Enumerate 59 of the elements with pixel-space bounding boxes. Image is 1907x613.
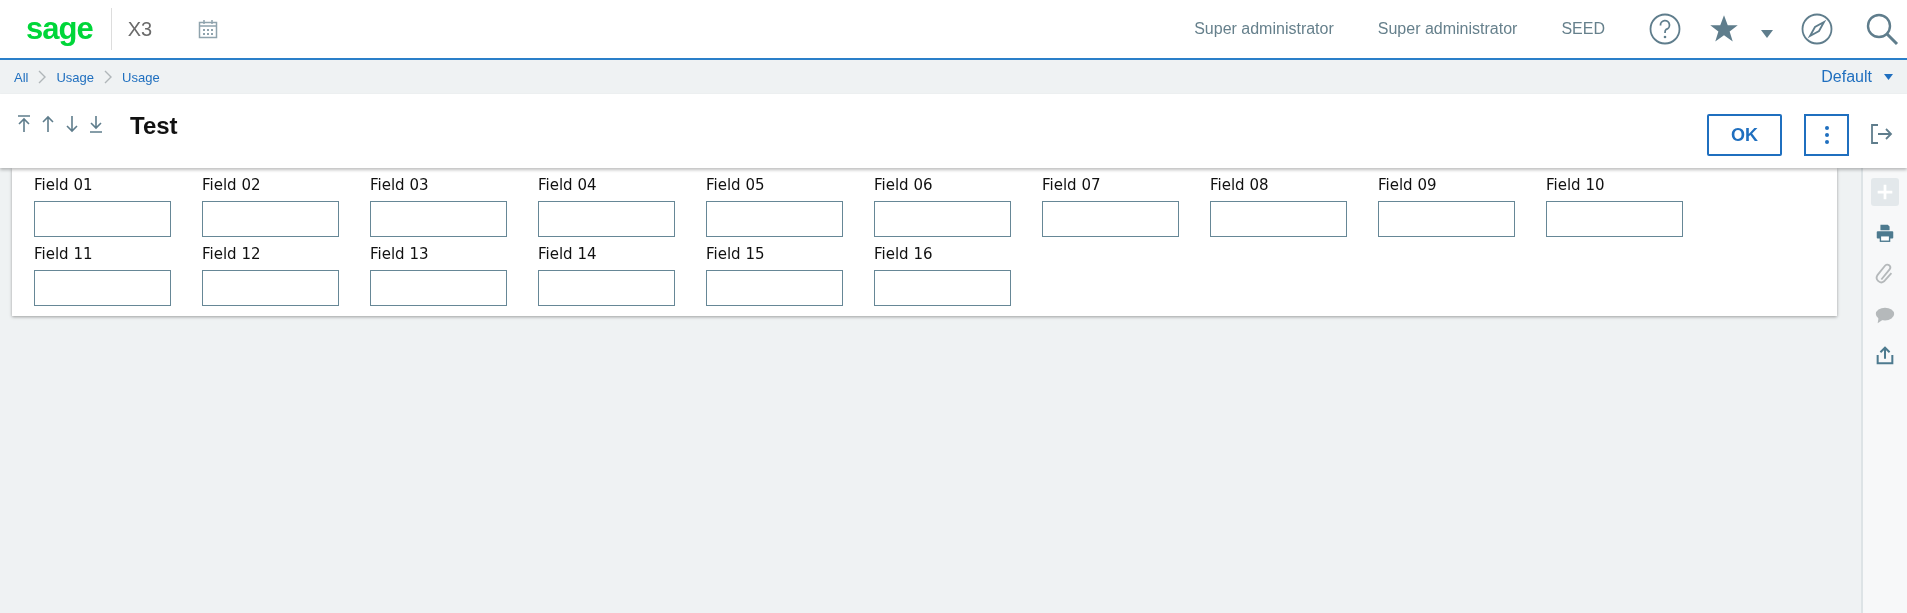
field-label: Field 04 bbox=[538, 176, 598, 194]
text-field[interactable] bbox=[1042, 201, 1179, 237]
breadcrumb-link[interactable]: Usage bbox=[122, 69, 160, 85]
star-icon[interactable] bbox=[1709, 14, 1739, 44]
text-field[interactable] bbox=[538, 201, 675, 237]
text-field[interactable] bbox=[370, 270, 507, 306]
text-field[interactable] bbox=[1546, 201, 1683, 237]
field-label: Field 05 bbox=[706, 176, 766, 194]
field-label: Field 11 bbox=[34, 245, 94, 263]
exit-icon[interactable] bbox=[1871, 124, 1893, 144]
field-label: Field 03 bbox=[370, 176, 430, 194]
logo: sage bbox=[26, 8, 112, 50]
text-field[interactable] bbox=[706, 201, 843, 237]
text-field[interactable] bbox=[1210, 201, 1347, 237]
down-arrow-icon[interactable] bbox=[64, 114, 80, 134]
field-label: Field 08 bbox=[1210, 176, 1270, 194]
up-arrow-icon[interactable] bbox=[40, 114, 56, 134]
ok-button[interactable]: OK bbox=[1707, 114, 1782, 156]
field-label: Field 13 bbox=[370, 245, 430, 263]
text-field[interactable] bbox=[202, 201, 339, 237]
breadcrumb-link[interactable]: Usage bbox=[56, 69, 95, 85]
text-field[interactable] bbox=[34, 270, 171, 306]
text-field[interactable] bbox=[1378, 201, 1515, 237]
field-label: Field 06 bbox=[874, 176, 934, 194]
field-label: Field 12 bbox=[202, 245, 262, 263]
field-label: Field 16 bbox=[874, 245, 934, 263]
field-label: Field 10 bbox=[1546, 176, 1606, 194]
caret-icon[interactable] bbox=[1884, 74, 1893, 80]
chevron-icon bbox=[38, 70, 47, 84]
caret-icon[interactable] bbox=[1761, 30, 1773, 38]
page-title: Test bbox=[130, 112, 178, 140]
field-label: Field 14 bbox=[538, 245, 598, 263]
text-field[interactable] bbox=[874, 270, 1011, 306]
breadcrumb-link[interactable]: All bbox=[14, 69, 29, 85]
view-dropdown[interactable]: Default bbox=[1821, 68, 1872, 86]
help-icon[interactable] bbox=[1649, 13, 1681, 45]
field-label: Field 02 bbox=[202, 176, 262, 194]
compass-icon[interactable] bbox=[1801, 13, 1833, 45]
text-field[interactable] bbox=[538, 270, 675, 306]
text-field[interactable] bbox=[202, 270, 339, 306]
chevron-icon bbox=[104, 70, 113, 84]
text-field[interactable] bbox=[34, 201, 171, 237]
field-label: Field 15 bbox=[706, 245, 766, 263]
calendar-icon[interactable] bbox=[198, 19, 219, 39]
field-label: Field 01 bbox=[34, 176, 94, 194]
field-label: Field 09 bbox=[1378, 176, 1438, 194]
text-field[interactable] bbox=[874, 201, 1011, 237]
search-icon[interactable] bbox=[1865, 12, 1899, 46]
text-field[interactable] bbox=[370, 201, 507, 237]
product-name: X3 bbox=[127, 17, 153, 41]
more-menu-button[interactable] bbox=[1804, 114, 1849, 156]
header-link[interactable]: Super administrator bbox=[1194, 20, 1334, 38]
vertical-dots-icon bbox=[1824, 126, 1829, 144]
field-label: Field 07 bbox=[1042, 176, 1102, 194]
header-link[interactable]: Super administrator bbox=[1377, 20, 1518, 38]
first-icon[interactable] bbox=[16, 114, 32, 134]
text-field[interactable] bbox=[706, 270, 843, 306]
header-link[interactable]: SEED bbox=[1561, 20, 1605, 38]
last-icon[interactable] bbox=[88, 114, 104, 134]
